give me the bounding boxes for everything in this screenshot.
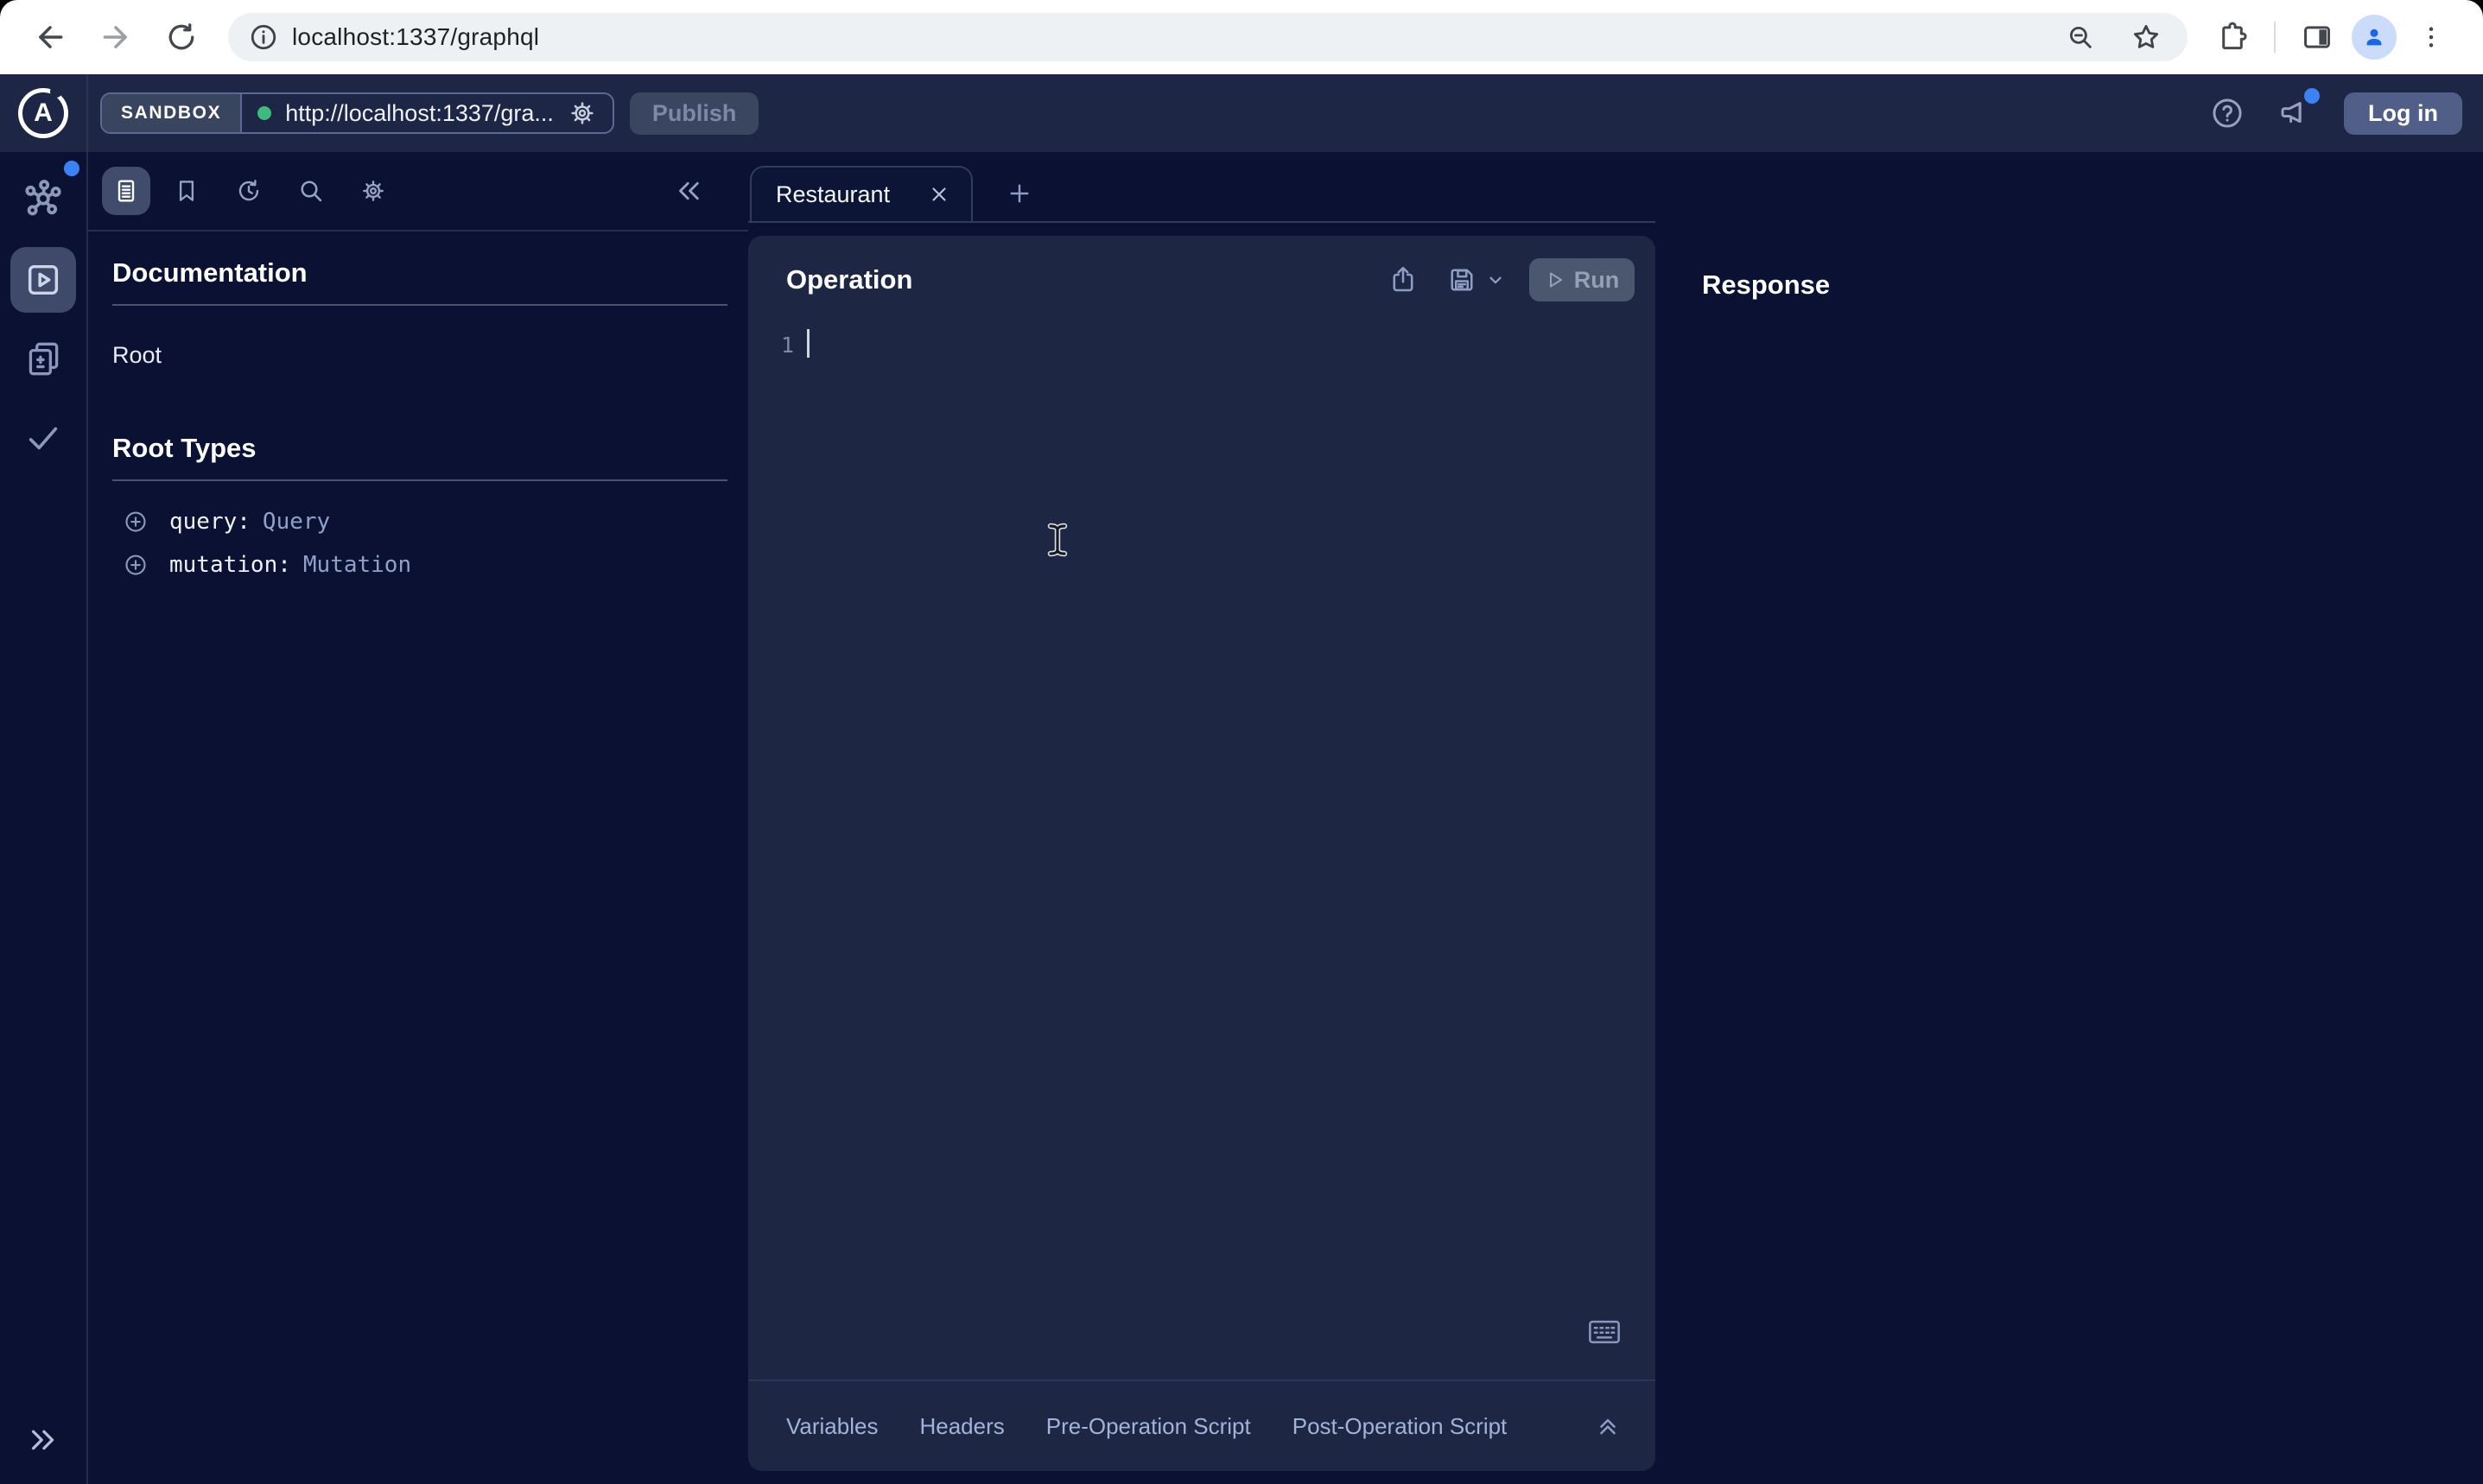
- documentation-title: Documentation: [112, 257, 727, 289]
- root-type-mutation-row: mutation: Mutation: [112, 543, 727, 587]
- schema-graph-icon[interactable]: [20, 176, 67, 223]
- headers-tab[interactable]: Headers: [919, 1413, 1004, 1440]
- expand-footer-icon[interactable]: [1595, 1413, 1621, 1439]
- share-icon[interactable]: [1388, 264, 1419, 295]
- publish-button[interactable]: Publish: [630, 92, 759, 135]
- saved-operations-bookmark-icon[interactable]: [173, 177, 200, 205]
- mutation-type-link[interactable]: Mutation: [303, 552, 411, 578]
- search-icon[interactable]: [297, 177, 325, 205]
- url-bar[interactable]: localhost:1337/graphql: [228, 13, 2188, 61]
- connection-settings-gear-icon[interactable]: [568, 98, 597, 128]
- toolbar-separator: [2274, 22, 2276, 53]
- login-button[interactable]: Log in: [2344, 92, 2462, 135]
- save-group: [1446, 264, 1505, 295]
- close-tab-icon[interactable]: [928, 183, 950, 206]
- changelog-nav-icon[interactable]: [22, 337, 65, 380]
- app-window: localhost:1337/graphql: [0, 0, 2483, 1484]
- tab-restaurant[interactable]: Restaurant: [750, 166, 973, 221]
- save-options-chevron-icon[interactable]: [1486, 270, 1505, 289]
- documentation-content: Documentation Root Root Types query: Que…: [88, 231, 748, 587]
- zoom-out-icon[interactable]: [2056, 13, 2105, 61]
- divider: [112, 304, 727, 306]
- back-icon[interactable]: [26, 13, 74, 61]
- ibeam-cursor: [1045, 523, 1070, 557]
- collapse-panel-icon[interactable]: [672, 174, 705, 207]
- pre-operation-script-tab[interactable]: Pre-Operation Script: [1046, 1413, 1251, 1440]
- announcement-badge-dot: [2304, 88, 2320, 104]
- documentation-panel: Documentation Root Root Types query: Que…: [88, 152, 748, 1484]
- query-type-link[interactable]: Query: [263, 509, 330, 535]
- forward-icon[interactable]: [92, 13, 140, 61]
- response-panel: Response: [1655, 223, 2483, 1484]
- url-text[interactable]: localhost:1337/graphql: [292, 23, 539, 51]
- keyboard-shortcuts-icon[interactable]: [1588, 1319, 1621, 1345]
- root-type-query-row: query: Query: [112, 500, 727, 543]
- browser-toolbar: localhost:1337/graphql: [0, 0, 2483, 74]
- divider: [112, 479, 727, 481]
- documentation-tab-active[interactable]: [102, 167, 150, 215]
- work-area: Restaurant Operation: [748, 152, 2483, 1484]
- run-button-label: Run: [1574, 267, 1619, 294]
- main-area: Documentation Root Root Types query: Que…: [0, 152, 2483, 1484]
- response-title: Response: [1702, 270, 2483, 301]
- operation-header: Operation: [748, 236, 1655, 301]
- help-icon[interactable]: [2209, 95, 2245, 131]
- endpoint-url[interactable]: http://localhost:1337/gra...: [285, 100, 554, 127]
- root-types-title: Root Types: [112, 433, 727, 464]
- extensions-icon[interactable]: [2208, 13, 2257, 61]
- operation-editor[interactable]: 1: [748, 301, 1655, 1379]
- browser-actions: [2198, 13, 2466, 61]
- site-info-icon[interactable]: [249, 22, 278, 52]
- save-icon[interactable]: [1446, 264, 1477, 295]
- connection-status-dot: [257, 106, 271, 120]
- text-caret: [807, 329, 810, 358]
- apollo-header: A SANDBOX http://localhost:1337/gra... P…: [0, 74, 2483, 152]
- explorer-nav-active[interactable]: [10, 247, 76, 313]
- profile-avatar[interactable]: [2352, 15, 2397, 60]
- history-icon[interactable]: [235, 177, 263, 205]
- left-nav-sidebar: [0, 152, 88, 1484]
- operation-panel: Operation: [748, 236, 1655, 1471]
- query-field-name: query:: [169, 509, 251, 535]
- operation-actions: Run: [1360, 258, 1635, 301]
- new-tab-icon[interactable]: [1006, 180, 1033, 207]
- add-query-icon[interactable]: [123, 509, 149, 535]
- browser-menu-icon[interactable]: [2407, 13, 2455, 61]
- panel-row: Operation: [748, 223, 2483, 1484]
- header-bar: SANDBOX http://localhost:1337/gra... Pub…: [88, 74, 2483, 152]
- apollo-logo[interactable]: A: [0, 74, 88, 152]
- mutation-field-name: mutation:: [169, 552, 291, 578]
- variables-tab[interactable]: Variables: [786, 1413, 878, 1440]
- content-area: Documentation Root Root Types query: Que…: [88, 152, 2483, 1484]
- operation-footer: Variables Headers Pre-Operation Script P…: [748, 1379, 1655, 1471]
- endpoint-box[interactable]: http://localhost:1337/gra...: [242, 94, 613, 132]
- expand-sidebar-icon[interactable]: [25, 1422, 61, 1458]
- root-breadcrumb[interactable]: Root: [112, 342, 727, 369]
- add-mutation-icon[interactable]: [123, 552, 149, 578]
- tab-label: Restaurant: [776, 181, 928, 208]
- schema-notification-dot: [64, 161, 79, 176]
- explorer-settings-gear-icon[interactable]: [359, 177, 387, 205]
- side-panel-icon[interactable]: [2293, 13, 2341, 61]
- reload-icon[interactable]: [157, 13, 206, 61]
- sandbox-badge: SANDBOX: [102, 94, 242, 132]
- line-number: 1: [781, 333, 794, 358]
- run-button[interactable]: Run: [1529, 258, 1635, 301]
- operation-title: Operation: [786, 264, 912, 295]
- post-operation-script-tab[interactable]: Post-Operation Script: [1292, 1413, 1508, 1440]
- announcements-megaphone-icon[interactable]: [2277, 95, 2313, 131]
- bookmark-star-icon[interactable]: [2122, 13, 2170, 61]
- checks-nav-icon[interactable]: [23, 418, 63, 458]
- documentation-toolbar: [88, 152, 748, 231]
- sandbox-endpoint-pill: SANDBOX http://localhost:1337/gra...: [100, 92, 614, 134]
- operation-tab-strip: Restaurant: [748, 166, 1655, 223]
